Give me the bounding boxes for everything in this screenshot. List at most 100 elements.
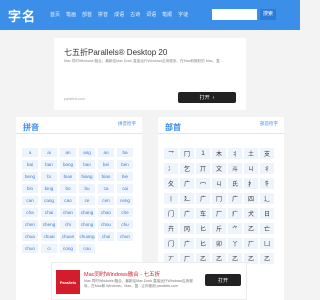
pinyin-item[interactable]: chou <box>98 220 114 229</box>
pinyin-item[interactable]: bai <box>22 160 38 169</box>
radical-item[interactable]: 丨 <box>164 193 178 204</box>
pinyin-item[interactable]: biang <box>79 172 95 181</box>
radical-lookup-link[interactable]: 部首检字 <box>260 121 278 127</box>
pinyin-item[interactable]: chua <box>22 232 38 241</box>
pinyin-item[interactable]: ci <box>41 244 57 253</box>
radical-item[interactable]: 疒 <box>228 208 242 219</box>
radical-item[interactable]: 广 <box>180 178 194 189</box>
pinyin-item[interactable]: cha <box>22 208 38 217</box>
nav-item[interactable]: 拼音 <box>98 11 108 18</box>
radical-item[interactable]: 冫 <box>164 163 178 174</box>
pinyin-item[interactable]: beng <box>22 172 38 181</box>
pinyin-lookup-link[interactable]: 拼音检字 <box>118 121 136 127</box>
radical-item[interactable]: 匕 <box>196 223 210 234</box>
pinyin-item[interactable]: ao <box>98 148 114 157</box>
pinyin-item[interactable]: chao <box>98 208 114 217</box>
pinyin-item[interactable]: chun <box>117 232 133 241</box>
pinyin-item[interactable]: cong <box>60 244 76 253</box>
radical-item[interactable]: 乙 <box>260 253 274 264</box>
radical-item[interactable]: 辶 <box>260 193 274 204</box>
radical-item[interactable]: 扌 <box>244 178 258 189</box>
nav-item[interactable]: 成语 <box>114 11 124 18</box>
pinyin-item[interactable]: a <box>22 148 38 157</box>
search-button[interactable]: 搜索 <box>260 9 276 20</box>
pinyin-item[interactable]: bu <box>79 184 95 193</box>
pinyin-item[interactable]: cang <box>41 196 57 205</box>
pinyin-item[interactable]: cai <box>117 184 133 193</box>
radical-item[interactable]: 斤 <box>212 223 226 234</box>
bottom-ad-open-button[interactable]: 打开 <box>205 274 241 286</box>
pinyin-item[interactable]: ba <box>117 148 133 157</box>
pinyin-item[interactable]: chuo <box>22 244 38 253</box>
radical-item[interactable]: 土 <box>244 148 258 159</box>
pinyin-item[interactable]: bao <box>79 160 95 169</box>
radical-item[interactable]: 日 <box>260 208 274 219</box>
radical-item[interactable]: 广 <box>180 208 194 219</box>
pinyin-item[interactable]: biao <box>98 172 114 181</box>
pinyin-item[interactable]: an <box>60 148 76 157</box>
nav-item[interactable]: 古诗 <box>130 11 140 18</box>
radical-item[interactable]: 冈 <box>180 223 194 234</box>
radical-item[interactable]: 匕 <box>196 238 210 249</box>
pinyin-item[interactable]: chuan <box>60 232 76 241</box>
radical-item[interactable]: 丬 <box>228 148 242 159</box>
radical-item[interactable]: 车 <box>196 208 210 219</box>
radical-item[interactable]: 牜 <box>260 178 274 189</box>
radical-item[interactable]: 广 <box>228 193 242 204</box>
pinyin-item[interactable]: ben <box>117 160 133 169</box>
radical-item[interactable]: 亡 <box>260 223 274 234</box>
ad-title[interactable]: 七五折Parallels® Desktop 20 <box>64 47 167 58</box>
pinyin-item[interactable]: bo <box>60 184 76 193</box>
pinyin-item[interactable]: bei <box>98 160 114 169</box>
pinyin-item[interactable]: ca <box>98 184 114 193</box>
pinyin-item[interactable]: chi <box>60 220 76 229</box>
radical-item[interactable]: 厂 <box>244 238 258 249</box>
pinyin-item[interactable]: can <box>22 196 38 205</box>
pinyin-item[interactable]: bi <box>41 172 57 181</box>
pinyin-item[interactable]: bing <box>41 184 57 193</box>
radical-item[interactable]: 厂 <box>212 208 226 219</box>
bottom-ad-title[interactable]: Mac同时Windows融合 - 七五折 <box>84 270 160 278</box>
pinyin-item[interactable]: chuang <box>79 232 95 241</box>
radical-item[interactable]: ㄐ <box>244 163 258 174</box>
pinyin-item[interactable]: bang <box>60 160 76 169</box>
radical-item[interactable]: 乙 <box>244 223 258 234</box>
radical-item[interactable]: 四 <box>244 193 258 204</box>
pinyin-item[interactable]: bian <box>60 172 76 181</box>
radical-item[interactable]: 廴 <box>180 193 194 204</box>
pinyin-item[interactable]: chong <box>79 220 95 229</box>
nav-item[interactable]: 词语 <box>146 11 156 18</box>
ad-open-button[interactable]: 打开 › <box>178 92 236 103</box>
pinyin-item[interactable]: chu <box>117 220 133 229</box>
pinyin-item[interactable]: che <box>117 208 133 217</box>
radical-item[interactable]: 彳 <box>260 163 274 174</box>
pinyin-item[interactable]: ban <box>41 160 57 169</box>
bottom-ad-banner[interactable]: Parallels Mac同时Windows融合 - 七五折 Mac 同时Win… <box>51 262 247 300</box>
radical-item[interactable]: 文 <box>212 163 226 174</box>
search-input[interactable] <box>212 9 257 20</box>
radical-item[interactable]: 氏 <box>228 178 242 189</box>
radical-item[interactable]: 斗 <box>228 163 242 174</box>
radical-item[interactable]: ⺈ <box>228 223 242 234</box>
pinyin-item[interactable]: chuai <box>41 232 57 241</box>
radical-item[interactable]: 乛 <box>164 148 178 159</box>
nav-item[interactable]: 首页 <box>50 11 60 18</box>
radical-item[interactable]: 丫 <box>228 238 242 249</box>
pinyin-item[interactable]: bin <box>22 184 38 193</box>
pinyin-item[interactable]: cao <box>60 196 76 205</box>
pinyin-item[interactable]: chang <box>79 208 95 217</box>
radical-item[interactable]: 广 <box>196 193 210 204</box>
pinyin-item[interactable]: ceng <box>117 196 133 205</box>
radical-item[interactable]: 门 <box>164 208 178 219</box>
radical-item[interactable]: 1 <box>196 148 210 159</box>
pinyin-item[interactable]: ai <box>41 148 57 157</box>
radical-item[interactable]: 卉 <box>164 223 178 234</box>
radical-item[interactable]: 夂 <box>164 178 178 189</box>
pinyin-item[interactable]: cheng <box>41 220 57 229</box>
radical-item[interactable]: 广 <box>180 238 194 249</box>
radical-item[interactable]: 丌 <box>196 163 210 174</box>
radical-item[interactable]: 冖 <box>196 178 210 189</box>
radical-item[interactable]: 门 <box>164 238 178 249</box>
radical-item[interactable]: 犬 <box>244 208 258 219</box>
radical-item[interactable]: 卯 <box>212 238 226 249</box>
